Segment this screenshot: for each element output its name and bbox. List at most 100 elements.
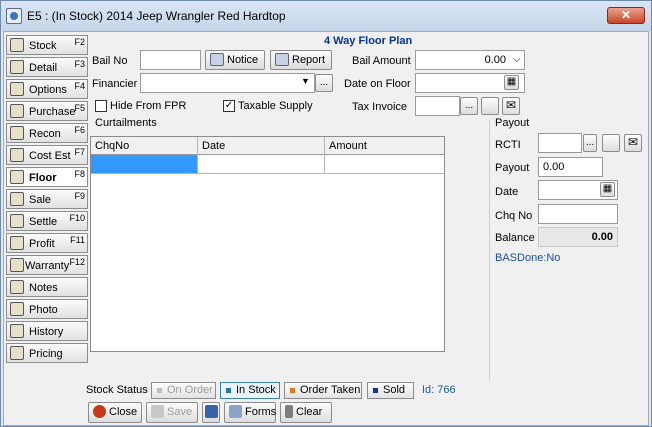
nav-item-floor[interactable]: Floor F8 (6, 167, 88, 187)
calendar-icon[interactable]: ▦ (600, 182, 615, 197)
date-label: Date (495, 186, 519, 198)
status-on-order-button[interactable]: On Order (151, 382, 216, 399)
page-title: 4 Way Floor Plan (324, 35, 413, 47)
nav-item-pricing[interactable]: Pricing (6, 343, 88, 363)
save-button[interactable]: Save (146, 402, 198, 423)
nav-label: Recon (29, 128, 61, 140)
nav-label: Profit (29, 238, 55, 250)
printer-icon (210, 52, 224, 66)
nav-item-profit[interactable]: Profit F11 (6, 233, 88, 253)
nav-shortcut: F6 (74, 125, 85, 135)
column-header[interactable]: ChqNo (95, 140, 129, 152)
nav-item-settle[interactable]: Settle F10 (6, 211, 88, 231)
status-label: On Order (167, 384, 213, 396)
nav-item-purchase[interactable]: Purchase F5 (6, 101, 88, 121)
report-label: Report (292, 54, 326, 66)
photo-icon (10, 302, 24, 316)
nav-item-history[interactable]: History (6, 321, 88, 341)
clear-button[interactable]: Clear (280, 402, 332, 423)
email-icon[interactable]: ✉ (624, 134, 642, 152)
payout-label: Payout (495, 162, 530, 174)
record-id: Id: 766 (422, 384, 456, 396)
pricing-icon (10, 346, 24, 360)
nav-item-stock[interactable]: Stock F2 (6, 35, 88, 55)
nav-item-options[interactable]: Options F4 (6, 79, 88, 99)
nav-shortcut: F12 (69, 257, 85, 267)
printer-icon (205, 404, 218, 418)
bail-no-field[interactable] (140, 50, 201, 70)
tax-invoice-field[interactable] (415, 96, 460, 116)
nav-shortcut: F10 (69, 213, 85, 223)
nav-item-recon[interactable]: Recon F6 (6, 123, 88, 143)
history-icon (10, 324, 24, 338)
balance-label: Balance (495, 232, 535, 244)
nav-label: Photo (29, 304, 58, 316)
chq-no-field[interactable] (538, 204, 618, 224)
window-close-button[interactable]: ✕ (607, 7, 645, 24)
title-bar: E5 : (In Stock) 2014 Jeep Wrangler Red H… (1, 1, 651, 31)
print-icon[interactable] (481, 97, 499, 115)
status-sold-button[interactable]: Sold (367, 382, 414, 399)
nav-item-warranty[interactable]: Warranty F12 (6, 255, 88, 275)
column-divider (324, 137, 325, 174)
nav-shortcut: F3 (74, 59, 85, 69)
curtailments-grid[interactable]: ChqNo Date Amount (90, 136, 445, 352)
chevron-down-icon[interactable]: ⌵ (513, 54, 521, 65)
rcti-field[interactable] (538, 133, 582, 153)
nav-label: Warranty (25, 260, 70, 272)
recon-icon (10, 126, 24, 140)
floor-plan-window: E5 : (In Stock) 2014 Jeep Wrangler Red H… (0, 0, 652, 427)
status-order-taken-button[interactable]: Order Taken (284, 382, 362, 399)
payout-field[interactable]: 0.00 (538, 157, 603, 177)
notice-label: Notice (227, 54, 259, 66)
email-icon[interactable]: ✉ (502, 97, 520, 115)
purchase-icon (10, 104, 24, 118)
print-button[interactable] (202, 402, 220, 423)
table-row[interactable] (91, 155, 444, 174)
print-icon[interactable] (602, 134, 620, 152)
selected-cell[interactable] (91, 155, 197, 173)
tax-invoice-lookup-button[interactable]: ... (460, 97, 478, 115)
calendar-icon[interactable]: ▦ (504, 75, 519, 90)
printer-icon (275, 52, 289, 66)
nav-item-detail[interactable]: Detail F3 (6, 57, 88, 77)
window-title: E5 : (In Stock) 2014 Jeep Wrangler Red H… (27, 9, 286, 23)
nav-item-photo[interactable]: Photo (6, 299, 88, 319)
detail-icon (10, 60, 24, 74)
profit-icon (10, 236, 24, 250)
balance-value: 0.00 (538, 227, 618, 247)
close-icon (93, 404, 106, 418)
options-icon (10, 82, 24, 96)
nav-shortcut: F11 (70, 235, 85, 245)
notice-button[interactable]: Notice (205, 50, 265, 70)
rcti-lookup-button[interactable]: ... (583, 134, 597, 152)
stock-status-bar: Stock Status On Order In Stock Order Tak… (86, 381, 646, 401)
column-header[interactable]: Date (202, 140, 225, 152)
forms-button[interactable]: Forms (224, 402, 276, 423)
status-label: In Stock (236, 384, 276, 396)
forms-icon (229, 404, 242, 418)
financier-select[interactable] (140, 73, 315, 93)
bail-amount-field[interactable]: 0.00 (415, 50, 525, 70)
bail-amount-value: 0.00 (484, 54, 506, 66)
financier-lookup-button[interactable]: ... (315, 74, 333, 92)
close-button[interactable]: Close (88, 402, 142, 423)
taxable-supply-checkbox[interactable]: ✓ (223, 100, 235, 112)
dropdown-arrow-icon[interactable]: ▼ (301, 76, 310, 86)
status-dot-icon (157, 388, 162, 393)
nav-shortcut: F4 (74, 81, 85, 91)
hide-fpr-checkbox[interactable] (95, 100, 107, 112)
status-in-stock-button[interactable]: In Stock (220, 382, 280, 399)
nav-item-sale[interactable]: Sale F9 (6, 189, 88, 209)
nav-item-cost-est[interactable]: Cost Est F7 (6, 145, 88, 165)
report-button[interactable]: Report (270, 50, 332, 70)
status-label: Sold (383, 384, 406, 396)
sale-icon (10, 192, 24, 206)
nav-shortcut: F9 (74, 191, 85, 201)
nav-item-notes[interactable]: Notes (6, 277, 88, 297)
nav-label: Sale (29, 194, 52, 206)
hide-fpr-label: Hide From FPR (110, 100, 187, 112)
taxable-supply-label: Taxable Supply (238, 100, 313, 112)
column-header[interactable]: Amount (329, 140, 367, 152)
warranty-icon (10, 258, 24, 272)
